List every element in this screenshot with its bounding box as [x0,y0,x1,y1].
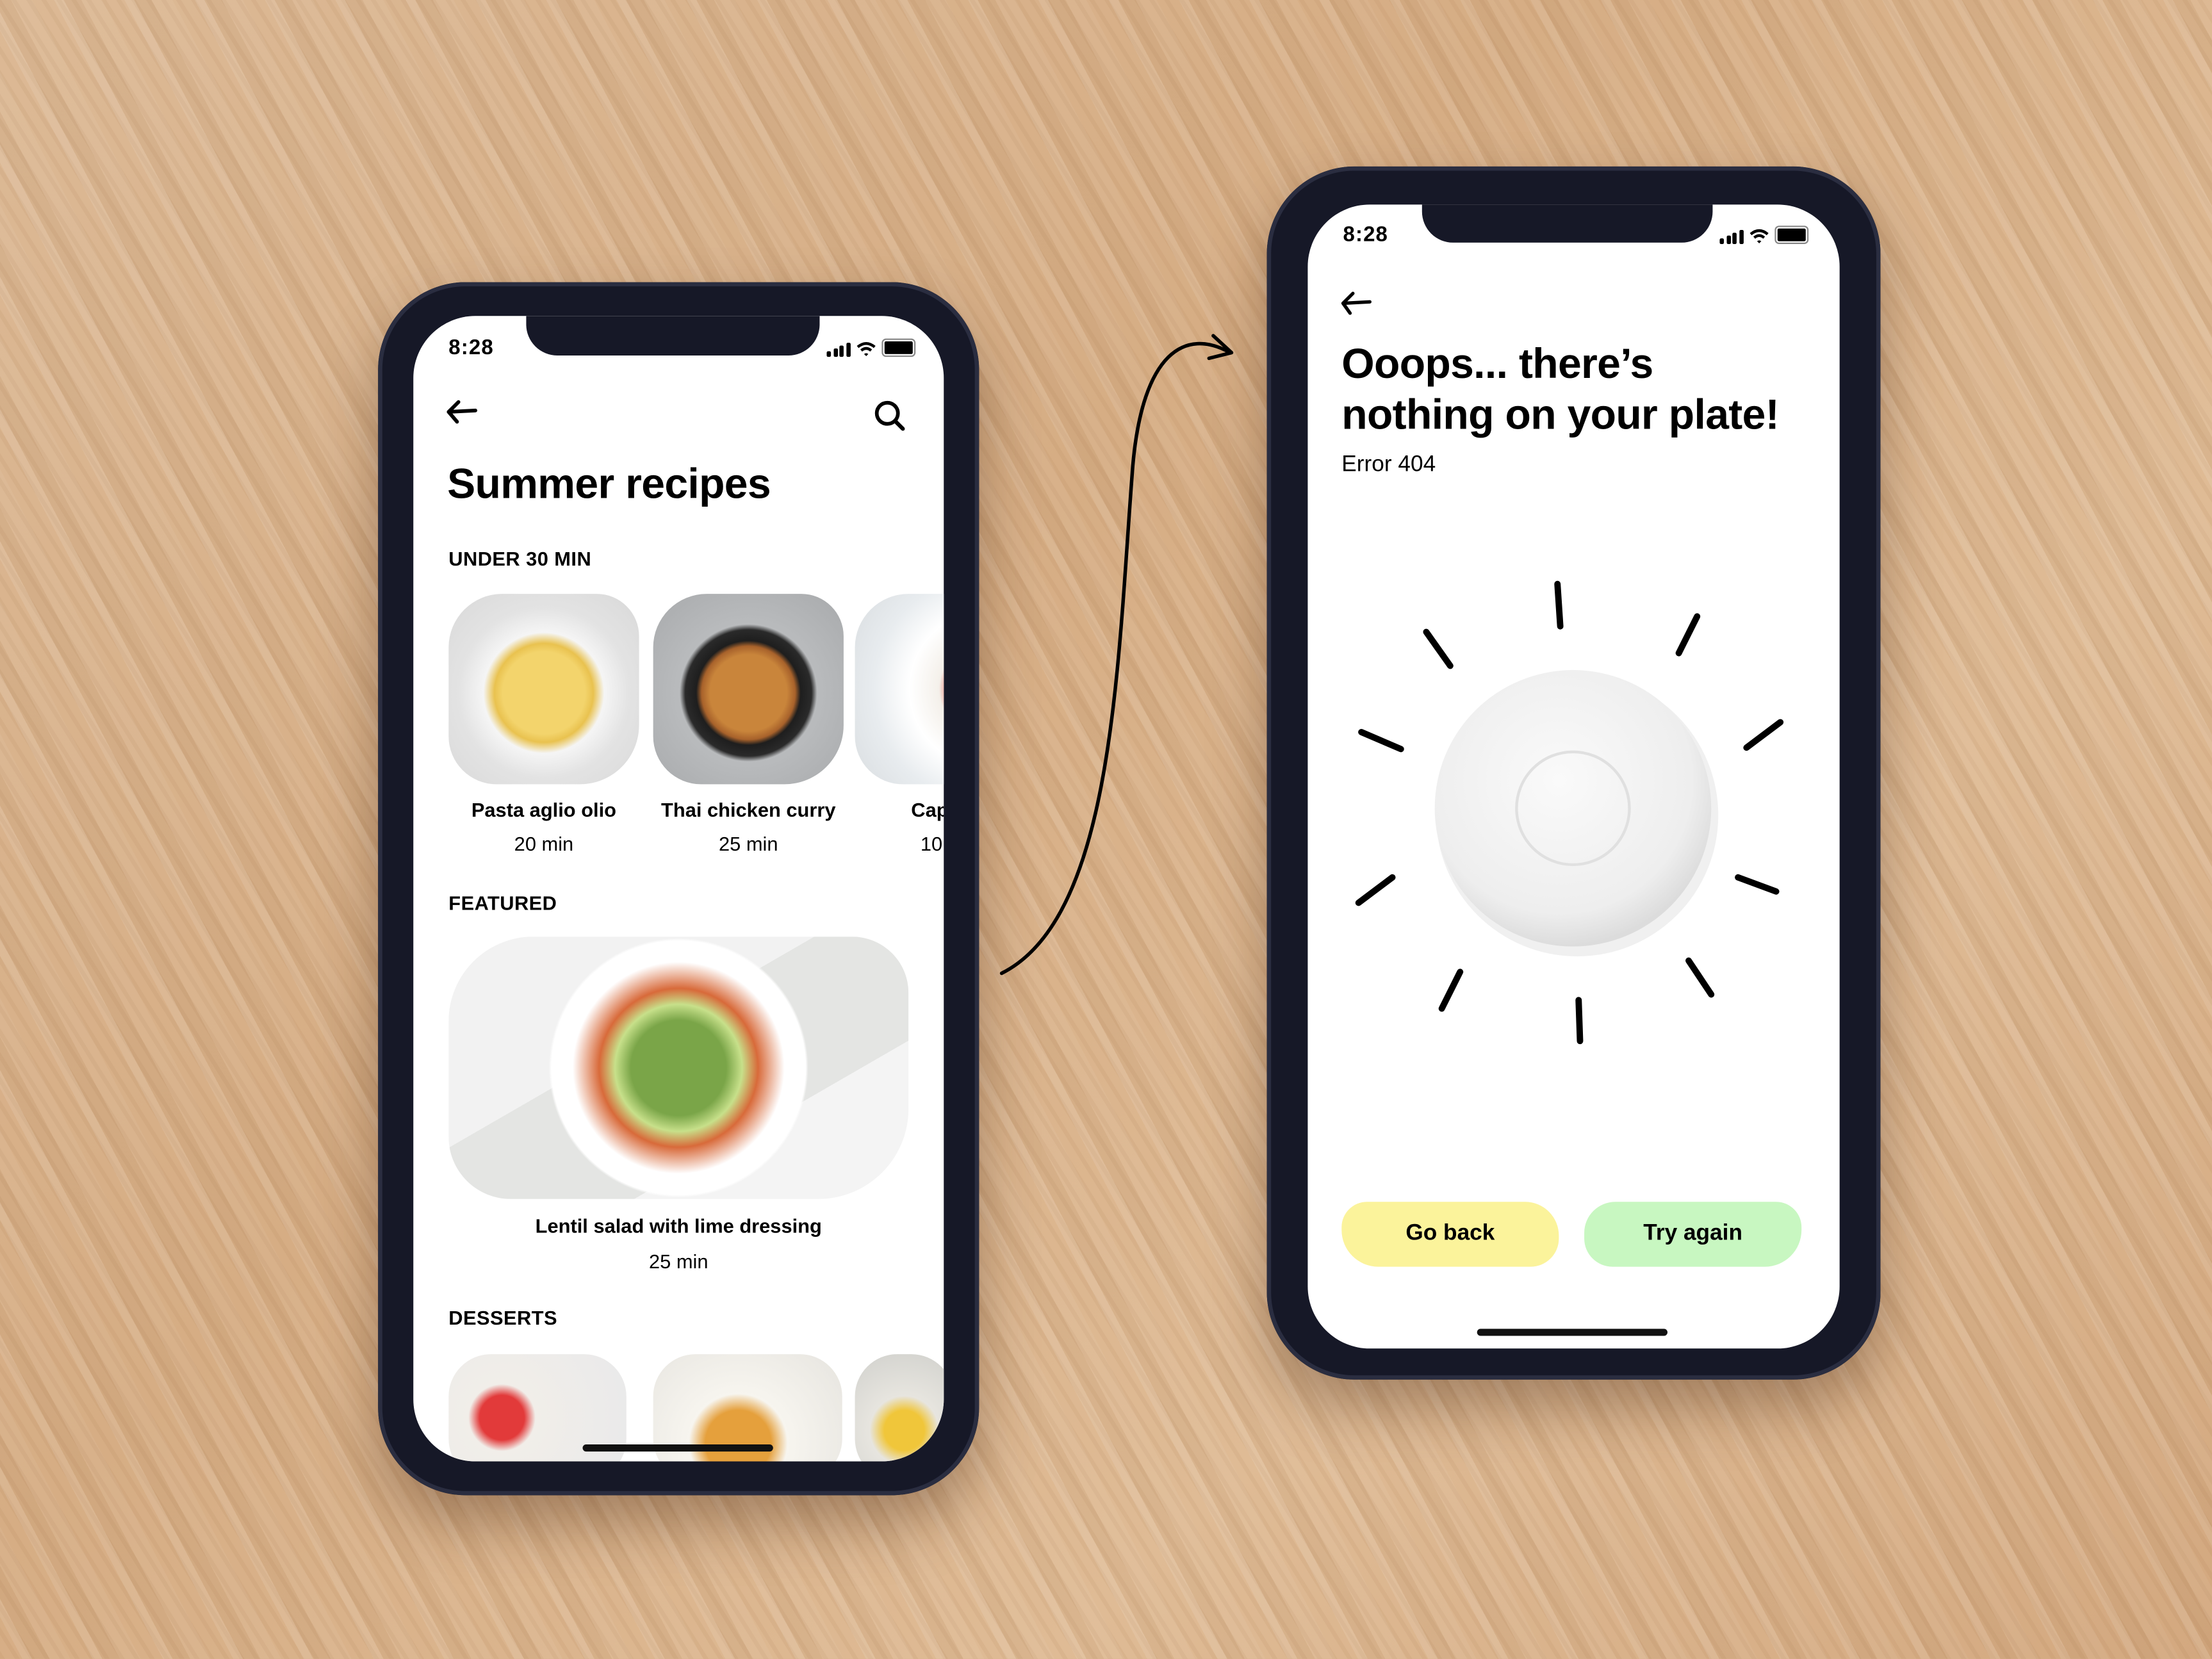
section-under-30-min: UNDER 30 MIN [448,547,592,570]
error-code: Error 404 [1341,452,1436,477]
recipe-time: 10 min [920,832,944,855]
recipes-screen: 8:28 Summer recipes UNDER 30 MIN Pasta a… [413,316,944,1462]
status-time: 8:28 [1343,222,1389,247]
recipe-card-thai-curry[interactable]: Thai chicken curry 25 min [653,594,844,855]
phone-recipes: 8:28 Summer recipes UNDER 30 MIN Pasta a… [378,282,979,1496]
error-title: Ooops... there’s nothing on your plate! [1341,340,1779,442]
recipe-name: Thai chicken curry [661,798,836,821]
phone-error: 8:28 Ooops... there’s nothing on your pl… [1266,166,1881,1380]
signal-icon [1719,229,1743,244]
search-icon[interactable] [873,399,907,433]
home-indicator[interactable] [582,1444,773,1452]
status-icons [826,338,915,357]
section-featured: FEATURED [448,891,557,915]
battery-icon [1774,225,1808,244]
recipe-time: 20 min [514,832,574,855]
error-title-line-2: nothing on your plate! [1341,392,1780,439]
wood-background: 8:28 Summer recipes UNDER 30 MIN Pasta a… [0,0,2212,1659]
featured-recipe-name: Lentil salad with lime dressing [535,1214,822,1238]
recipe-time: 25 min [718,832,778,855]
recipe-image-caprese [855,594,944,785]
notch [526,316,820,356]
dessert-image-tart[interactable] [855,1354,944,1462]
try-again-button[interactable]: Try again [1584,1202,1802,1267]
recipe-card-caprese[interactable]: Caprese 10 min [855,594,944,855]
battery-icon [881,338,915,357]
wifi-icon [856,342,875,357]
status-icons [1719,225,1808,244]
recipe-name: Pasta aglio olio [471,798,617,821]
featured-recipe-image [448,936,909,1199]
back-arrow-icon[interactable] [445,398,479,426]
wifi-icon [1749,229,1768,243]
recipe-image-pasta [448,594,639,785]
status-time: 8:28 [448,336,494,360]
recipe-image-thai-curry [653,594,844,785]
error-title-line-1: Ooops... there’s [1341,341,1653,388]
featured-recipe-card[interactable]: Lentil salad with lime dressing 25 min [448,936,909,1273]
featured-recipe-time: 25 min [648,1250,709,1273]
recipe-name: Caprese [911,798,944,821]
empty-plate-illustration [1355,580,1784,1045]
page-title: Summer recipes [447,461,771,508]
signal-icon [826,343,850,357]
back-arrow-icon[interactable] [1339,289,1373,317]
recipe-card-pasta[interactable]: Pasta aglio olio 20 min [448,594,639,855]
notch [1421,204,1713,243]
home-indicator[interactable] [1477,1328,1668,1336]
go-back-button[interactable]: Go back [1341,1202,1559,1267]
error-screen: 8:28 Ooops... there’s nothing on your pl… [1307,204,1840,1349]
section-desserts: DESSERTS [448,1306,558,1329]
plate-icon [1434,670,1712,947]
